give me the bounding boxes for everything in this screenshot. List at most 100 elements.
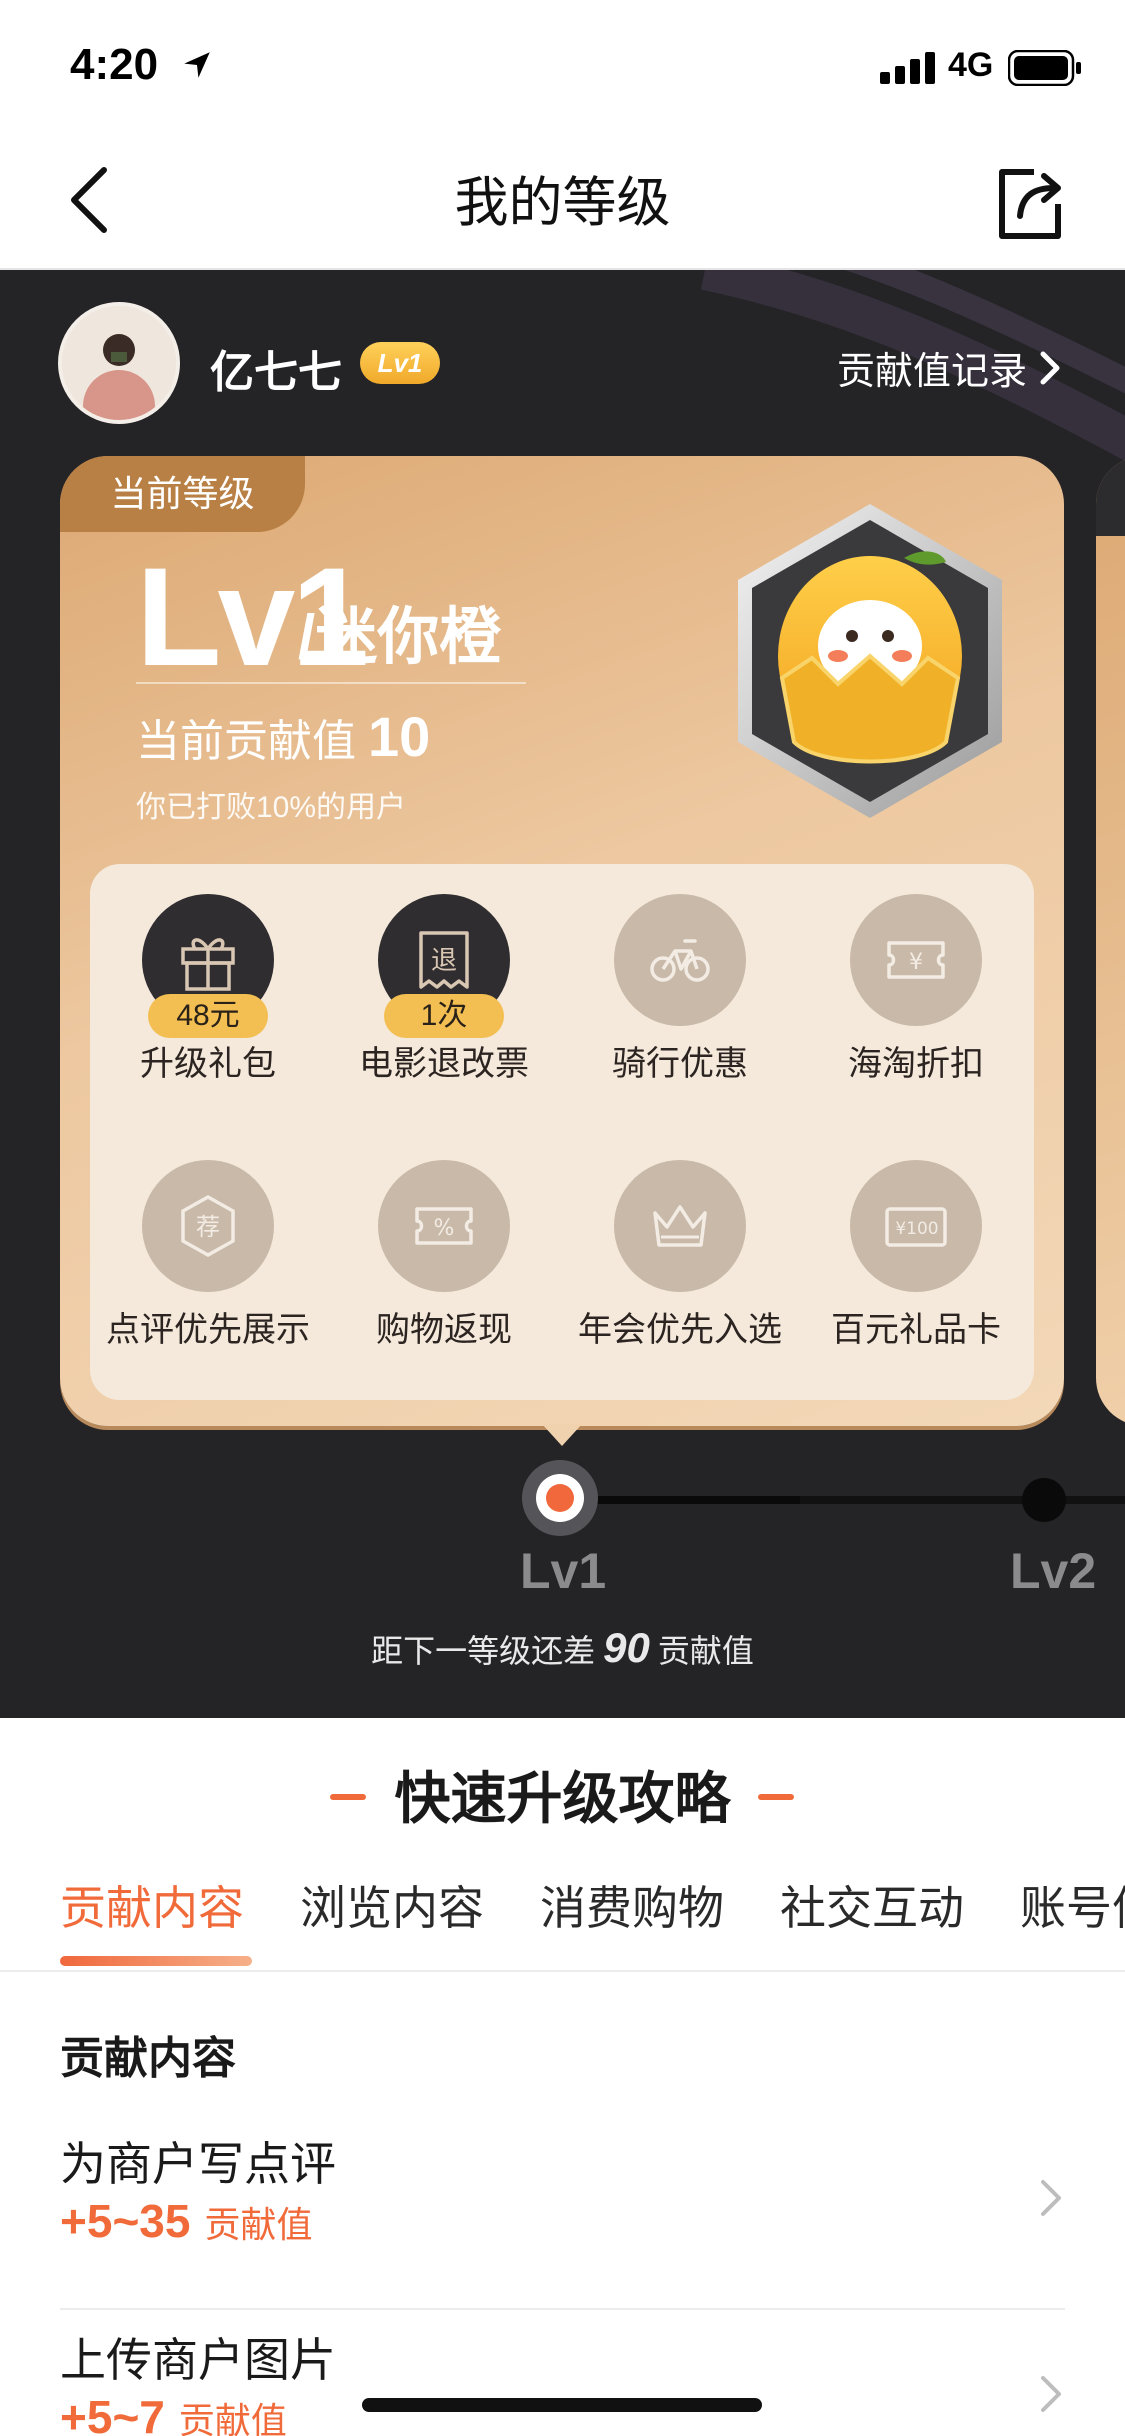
benefit-pill: 1次 <box>384 994 504 1038</box>
strategy-tabs: 贡献内容 浏览内容 消费购物 社交互动 账号信息 <box>0 1862 1125 1972</box>
network-type: 4G <box>948 46 994 84</box>
benefits-grid: 48元 升级礼包 退 1次 电影退改票 骑行优惠 ¥ 海淘折扣 荐 点评优先展示… <box>90 864 1034 1400</box>
strategy-title: 快速升级攻略 <box>394 1767 731 1830</box>
home-indicator <box>362 2398 762 2412</box>
current-level-label: Lv1 <box>520 1543 607 1599</box>
level-page: 4:20 4G 我的等级 亿七七 Lv1 贡献值记录 当前等级 Lv1 /迷你橙… <box>0 0 1125 2436</box>
benefit-icon-bg <box>614 1160 746 1292</box>
benefit-label: 骑行优惠 <box>612 1045 748 1083</box>
gift-icon <box>181 938 235 991</box>
benefit-label: 海淘折扣 <box>848 1045 984 1083</box>
avatar-image <box>62 306 176 420</box>
tab-shopping[interactable]: 消费购物 <box>540 1872 724 1938</box>
benefit-upgrade-gift[interactable]: 48元 升级礼包 <box>90 864 326 1104</box>
benefit-icon-bg: ¥100 <box>850 1160 982 1292</box>
tab-social[interactable]: 社交互动 <box>780 1872 964 1938</box>
list-item-upload-photos[interactable]: 上传商户图片 +5~7 贡献值 <box>60 2324 1065 2436</box>
bicycle-icon <box>650 939 710 982</box>
tab-browse-content[interactable]: 浏览内容 <box>300 1872 484 1938</box>
list-item-write-review[interactable]: 为商户写点评 +5~35 贡献值 <box>60 2128 1065 2324</box>
location-arrow-icon <box>184 52 210 78</box>
benefit-label: 购物返现 <box>376 1311 512 1349</box>
item-value-unit: 贡献值 <box>178 2400 287 2436</box>
item-value-number: +5~35 <box>60 2195 191 2247</box>
benefit-label: 升级礼包 <box>140 1045 276 1083</box>
contribution-record-link[interactable]: 贡献值记录 <box>837 340 1065 395</box>
next-level-node[interactable] <box>1022 1478 1066 1522</box>
benefit-label: 年会优先入选 <box>578 1311 782 1349</box>
level-medal-icon <box>738 504 1002 818</box>
benefit-label: 电影退改票 <box>359 1045 529 1083</box>
navigation-bar: 我的等级 <box>0 132 1125 270</box>
page-title: 我的等级 <box>454 173 671 233</box>
recommend-text: 荐 <box>196 1213 220 1241</box>
tab-account-info[interactable]: 账号信息 <box>1020 1872 1125 1938</box>
percent-coupon-icon: % <box>415 1207 473 1245</box>
gift-card-icon: ¥100 <box>885 1207 947 1247</box>
benefit-gift-card[interactable]: ¥100 百元礼品卡 <box>798 1130 1034 1370</box>
current-level-card: 当前等级 Lv1 /迷你橙 当前贡献值 10 你已打败10%的用户 48元 升级… <box>60 456 1064 1426</box>
next-level-label: Lv2 <box>1010 1543 1097 1599</box>
benefit-label: 点评优先展示 <box>106 1311 310 1349</box>
next-level-card-peek[interactable] <box>1096 456 1125 1426</box>
share-icon[interactable] <box>994 158 1066 242</box>
crown-icon <box>653 1205 707 1247</box>
item-title: 为商户写点评 <box>60 2138 336 2190</box>
to-next-level-text: 距下一等级还差 90 贡献值 <box>0 1624 1125 1672</box>
tab-contribute-content[interactable]: 贡献内容 <box>60 1872 244 1938</box>
benefit-icon-bg: % <box>378 1160 510 1292</box>
benefit-haitao-discount[interactable]: ¥ 海淘折扣 <box>798 864 1034 1104</box>
item-value: +5~7 贡献值 <box>60 2390 287 2436</box>
section-title: 贡献内容 <box>60 2034 236 2083</box>
item-value-number: +5~7 <box>60 2391 165 2436</box>
current-level-node[interactable] <box>522 1460 598 1536</box>
row-divider <box>60 2308 1065 2310</box>
benefit-icon-bg: 荐 <box>142 1160 274 1292</box>
benefit-annual-priority[interactable]: 年会优先入选 <box>562 1130 798 1370</box>
item-title: 上传商户图片 <box>60 2334 336 2386</box>
item-value: +5~35 贡献值 <box>60 2194 313 2248</box>
benefit-icon-bg: ¥ <box>850 894 982 1026</box>
current-level-dot <box>546 1484 574 1512</box>
level-header: 亿七七 Lv1 贡献值记录 当前等级 Lv1 /迷你橙 当前贡献值 10 你已打败… <box>0 270 1125 1718</box>
gift-card-text: ¥100 <box>895 1219 938 1239</box>
current-level-tag: 当前等级 <box>60 456 305 532</box>
item-value-unit: 贡献值 <box>204 2204 313 2245</box>
benefit-icon-bg <box>614 894 746 1026</box>
level-divider <box>136 682 526 684</box>
benefit-shopping-cashback[interactable]: % 购物返现 <box>326 1130 562 1370</box>
chevron-right-icon <box>1040 351 1060 384</box>
benefit-cycling-discount[interactable]: 骑行优惠 <box>562 864 798 1104</box>
chevron-right-icon <box>1041 2180 1061 2216</box>
ticket-refund-icon: 退 <box>419 931 469 989</box>
card-pointer <box>542 1424 582 1446</box>
status-bar: 4:20 4G <box>0 0 1125 132</box>
svg-text:¥: ¥ <box>909 950 923 975</box>
title-dash-right <box>758 1794 794 1800</box>
benefit-movie-refund[interactable]: 退 1次 电影退改票 <box>326 864 562 1104</box>
level-name: /迷你橙 <box>298 603 502 672</box>
chevron-right-icon <box>1041 2376 1061 2412</box>
to-next-suffix: 贡献值 <box>657 1633 754 1669</box>
contribution-label: 当前贡献值 <box>136 717 356 766</box>
beat-percent-text: 你已打败10%的用户 <box>136 791 407 824</box>
benefit-pill: 48元 <box>148 994 268 1038</box>
level-badge: Lv1 <box>360 342 440 384</box>
ticket-refund-text: 退 <box>431 946 457 976</box>
current-contribution: 当前贡献值 10 <box>136 704 430 769</box>
contribution-value: 10 <box>368 705 431 768</box>
avatar[interactable] <box>58 302 180 424</box>
recommend-badge-icon: 荐 <box>181 1194 235 1258</box>
benefit-label: 百元礼品卡 <box>831 1311 1001 1349</box>
svg-text:%: % <box>434 1216 455 1241</box>
cellular-signal-icon <box>880 52 935 84</box>
battery-icon <box>1008 50 1081 86</box>
to-next-value: 90 <box>603 1624 650 1671</box>
username: 亿七七 <box>210 348 342 397</box>
status-time: 4:20 <box>70 40 159 89</box>
coupon-yen-icon: ¥ <box>887 941 945 979</box>
to-next-prefix: 距下一等级还差 <box>371 1633 596 1669</box>
contribution-record-label: 贡献值记录 <box>836 351 1027 393</box>
active-tab-underline <box>60 1956 252 1966</box>
benefit-review-priority[interactable]: 荐 点评优先展示 <box>90 1130 326 1370</box>
